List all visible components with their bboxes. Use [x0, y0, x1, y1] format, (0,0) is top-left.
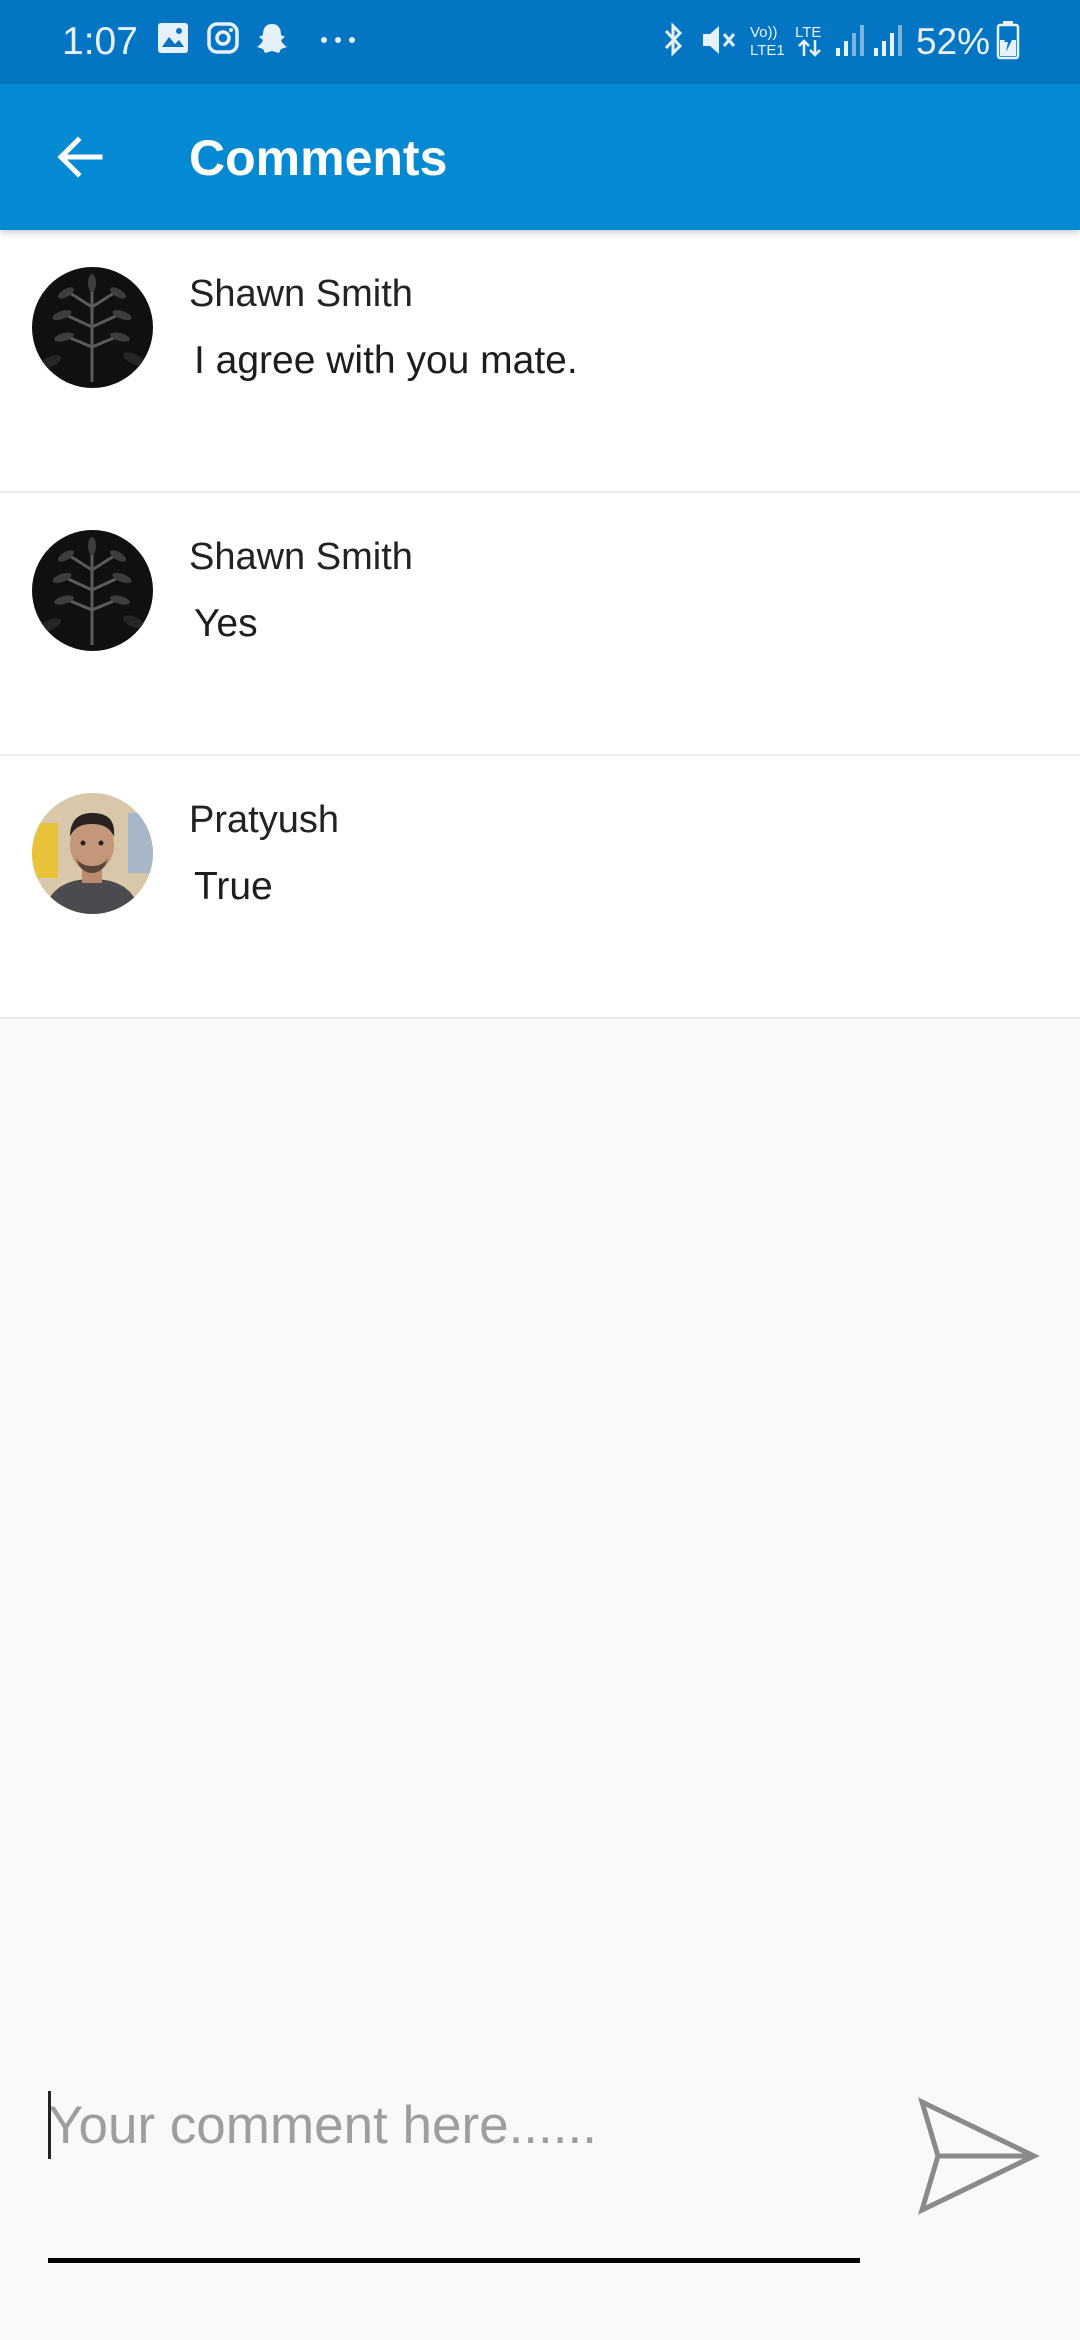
comment-text: True	[194, 865, 273, 908]
signal-icon	[874, 25, 902, 56]
lte-icon: LTE	[795, 24, 821, 57]
back-button[interactable]	[40, 117, 120, 197]
status-time: 1:07	[62, 20, 138, 63]
page-title: Comments	[189, 130, 448, 186]
comment-author: Shawn Smith	[189, 273, 413, 315]
avatar[interactable]	[32, 267, 153, 388]
battery-charging-icon	[996, 21, 1020, 60]
status-bar: 1:07 Vo)) LTE1 LTE 52%	[0, 0, 1080, 84]
avatar[interactable]	[32, 530, 153, 651]
comment-list: Shawn Smith I agree with you mate. Shawn…	[0, 230, 1080, 1019]
dark-leaves-avatar	[32, 267, 153, 388]
comment-text: I agree with you mate.	[194, 339, 578, 382]
comment-item: Shawn Smith I agree with you mate.	[0, 230, 1080, 493]
mute-icon	[703, 26, 736, 54]
svg-text:Vo)): Vo))	[750, 24, 778, 41]
image-icon	[158, 23, 188, 53]
person-photo-avatar	[32, 793, 153, 914]
input-underline	[48, 2258, 860, 2263]
send-icon	[917, 2097, 1040, 2215]
signal-icon	[836, 25, 864, 56]
comment-author: Shawn Smith	[189, 536, 413, 578]
comment-input[interactable]	[48, 2080, 860, 2170]
comment-item: Pratyush True	[0, 756, 1080, 1019]
avatar[interactable]	[32, 793, 153, 914]
arrow-left-icon	[57, 136, 103, 178]
text-cursor	[48, 2091, 51, 2159]
comment-author: Pratyush	[189, 799, 339, 841]
app-bar: Comments	[0, 84, 1080, 230]
instagram-icon	[207, 22, 239, 54]
dark-leaves-avatar	[32, 530, 153, 651]
comment-item: Shawn Smith Yes	[0, 493, 1080, 756]
svg-text:LTE: LTE	[795, 24, 821, 41]
battery-percentage: 52%	[916, 21, 991, 62]
snapchat-icon	[257, 24, 287, 53]
more-dots-icon	[321, 37, 355, 43]
volte-icon: Vo)) LTE1	[750, 24, 785, 59]
comment-text: Yes	[194, 602, 258, 645]
svg-text:LTE1: LTE1	[750, 42, 785, 59]
bluetooth-icon	[664, 22, 683, 57]
send-button[interactable]	[912, 2094, 1042, 2218]
